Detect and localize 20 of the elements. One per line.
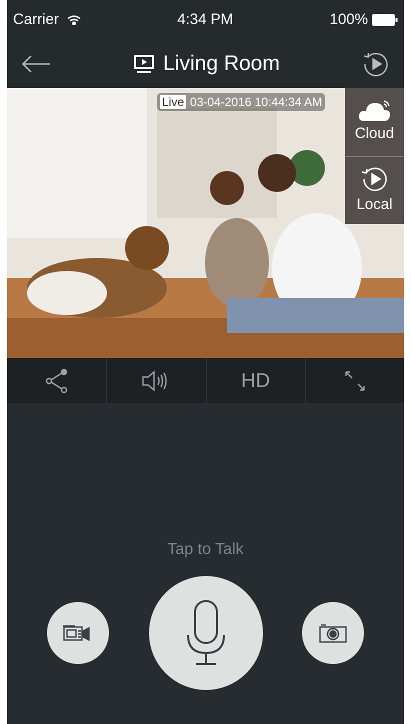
video-timestamp: 03-04-2016 10:44:34 AM [190,94,322,111]
talk-hint: Tap to Talk [167,540,244,560]
source-button[interactable]: Local [345,156,404,224]
hd-button[interactable]: HD [241,366,270,396]
carrier-label: Carrier [13,10,59,30]
replay-icon[interactable] [362,50,390,78]
share-icon[interactable] [44,368,70,394]
battery-percent: 100% [330,10,368,30]
source-button[interactable]: Cloud [345,88,404,156]
camera-title: Living Room [163,51,280,78]
clock-time: 4:34 PM [177,10,234,30]
microphone-icon [186,599,226,667]
expand-icon[interactable] [344,370,366,392]
cloud-icon [358,98,392,123]
back-arrow-icon[interactable] [21,54,51,74]
wifi-icon [66,15,81,25]
battery-icon [372,14,398,26]
live-badge: Live [160,95,186,109]
monitor-icon [133,54,156,74]
camera-icon [318,622,348,644]
